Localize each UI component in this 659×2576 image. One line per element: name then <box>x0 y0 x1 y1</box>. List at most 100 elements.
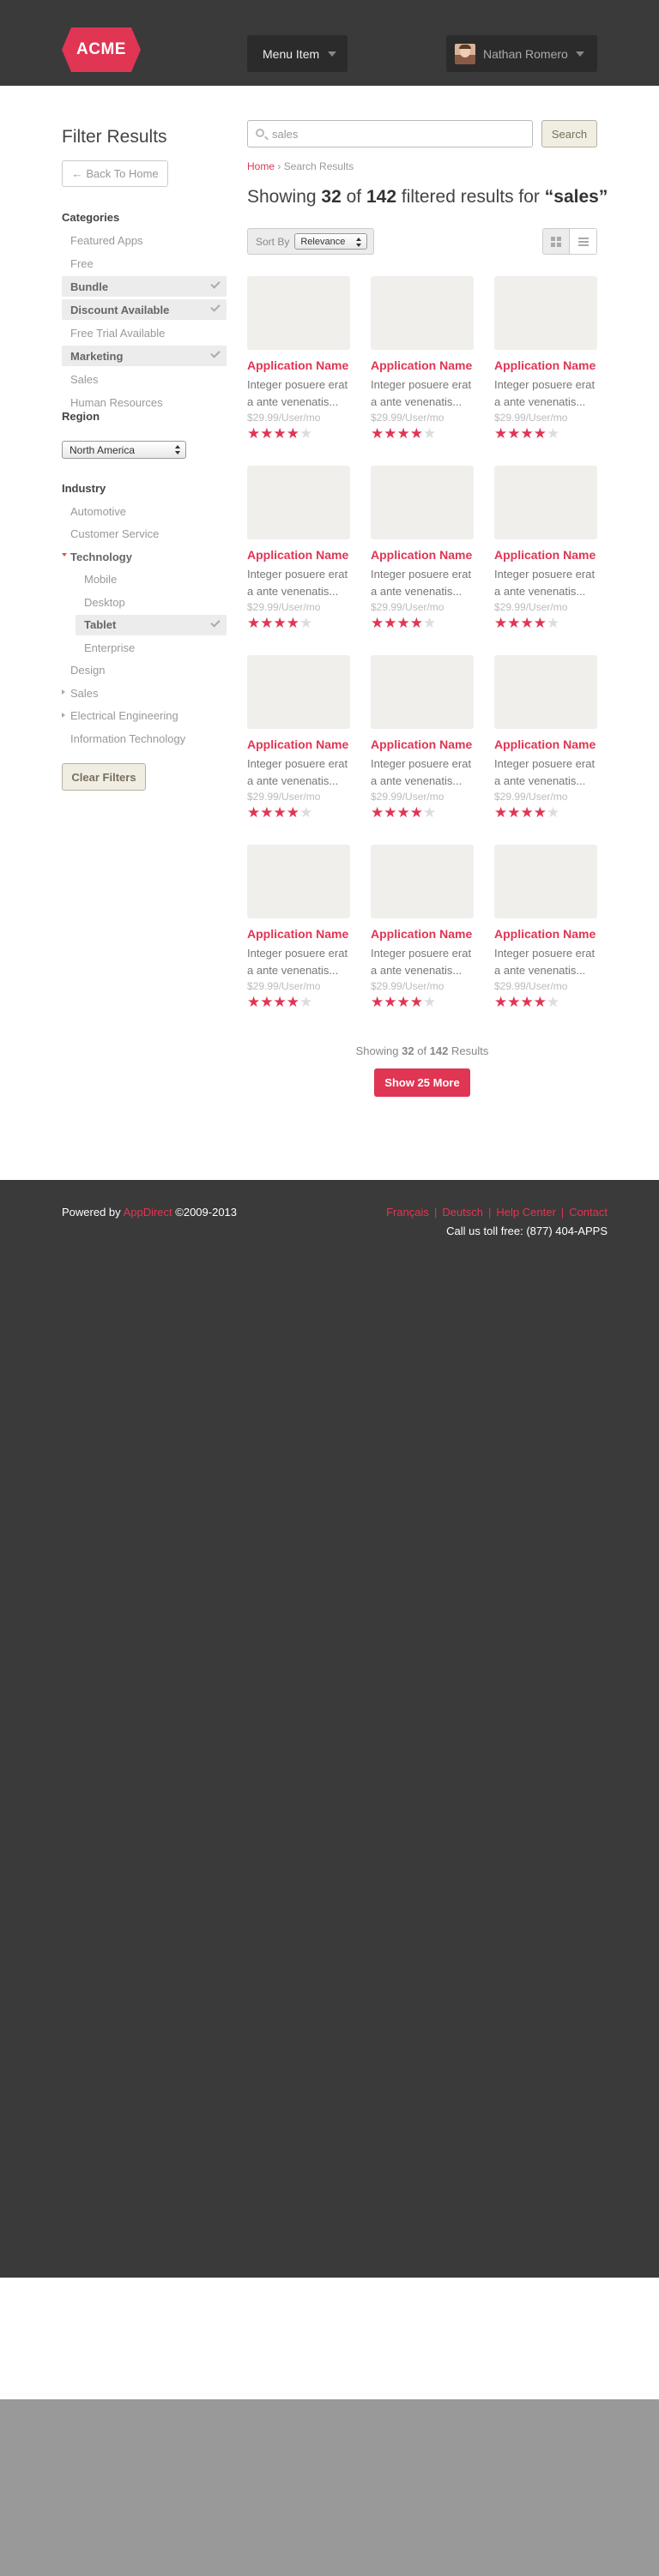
category-item-featured-apps[interactable]: Featured Apps <box>62 230 227 250</box>
checkmark-icon <box>210 348 221 358</box>
list-view-button[interactable] <box>570 229 596 254</box>
star-icon: ★ <box>547 615 560 631</box>
region-value: North America <box>70 443 136 456</box>
industry-item-desktop[interactable]: Desktop <box>76 592 227 612</box>
industry-label: Technology <box>70 550 132 563</box>
star-icon: ★ <box>299 804 313 821</box>
star-icon: ★ <box>547 994 560 1010</box>
app-price: $29.99/User/mo <box>494 601 568 613</box>
star-rating: ★ ★ ★ ★ ★ <box>371 805 436 821</box>
app-thumbnail[interactable] <box>371 655 474 729</box>
acme-logo[interactable]: ACME <box>62 27 141 72</box>
industry-item-sales[interactable]: Sales <box>62 683 227 703</box>
industry-item-technology[interactable]: Technology <box>62 546 227 567</box>
footer-link-help-center[interactable]: Help Center <box>496 1206 555 1219</box>
app-name-link[interactable]: Application Name <box>247 548 348 562</box>
category-item-human-resources[interactable]: Human Resources <box>62 392 227 412</box>
star-icon: ★ <box>273 615 287 631</box>
user-menu-button[interactable]: Nathan Romero <box>446 35 597 72</box>
category-item-discount-available[interactable]: Discount Available <box>62 299 227 320</box>
results-heading: Showing 32 of 142 filtered results for “… <box>247 187 608 208</box>
app-name-link[interactable]: Application Name <box>247 737 348 751</box>
app-card[interactable]: Application Name Integer posuere erat a a… <box>247 845 350 1016</box>
app-thumbnail[interactable] <box>247 466 350 539</box>
breadcrumb-home-link[interactable]: Home <box>247 160 275 172</box>
app-thumbnail[interactable] <box>494 276 597 350</box>
app-card[interactable]: Application Name Integer posuere erat a a… <box>371 466 474 637</box>
star-rating: ★ ★ ★ ★ ★ <box>247 805 312 821</box>
app-name-link[interactable]: Application Name <box>494 737 596 751</box>
app-card[interactable]: Application Name Integer posuere erat a a… <box>371 276 474 448</box>
app-name-link[interactable]: Application Name <box>494 548 596 562</box>
search-button[interactable]: Search <box>541 120 597 147</box>
app-card[interactable]: Application Name Integer posuere erat a a… <box>247 655 350 827</box>
app-thumbnail[interactable] <box>371 845 474 918</box>
app-name-link[interactable]: Application Name <box>494 358 596 372</box>
app-card[interactable]: Application Name Integer posuere erat a a… <box>494 276 597 448</box>
category-item-marketing[interactable]: Marketing <box>62 346 227 366</box>
sort-select[interactable]: Relevance <box>294 233 368 250</box>
app-price: $29.99/User/mo <box>494 412 568 424</box>
app-card[interactable]: Application Name Integer posuere erat a a… <box>371 845 474 1016</box>
star-icon: ★ <box>371 425 384 442</box>
menu-item-button[interactable]: Menu Item <box>247 35 348 72</box>
app-name-link[interactable]: Application Name <box>371 548 472 562</box>
app-thumbnail[interactable] <box>371 466 474 539</box>
industry-label: Customer Service <box>70 527 160 540</box>
checkmark-icon <box>210 617 221 628</box>
app-description: Integer posuere erat a ante venenatis... <box>371 757 472 787</box>
region-select[interactable]: North America <box>62 441 186 459</box>
app-thumbnail[interactable] <box>494 466 597 539</box>
app-card[interactable]: Application Name Integer posuere erat a a… <box>494 466 597 637</box>
page-bottom-blank <box>0 2278 659 2399</box>
app-name-link[interactable]: Application Name <box>247 358 348 372</box>
category-item-bundle[interactable]: Bundle <box>62 276 227 297</box>
app-thumbnail[interactable] <box>494 655 597 729</box>
industry-item-design[interactable]: Design <box>62 660 227 681</box>
search-input[interactable]: sales <box>247 120 533 147</box>
app-thumbnail[interactable] <box>247 655 350 729</box>
app-price: $29.99/User/mo <box>247 601 321 613</box>
back-to-home-button[interactable]: ← Back To Home <box>62 160 168 187</box>
app-thumbnail[interactable] <box>247 276 350 350</box>
footer-link-fran-ais[interactable]: Français <box>386 1206 429 1219</box>
app-card[interactable]: Application Name Integer posuere erat a a… <box>494 845 597 1016</box>
clear-filters-button[interactable]: Clear Filters <box>62 763 146 791</box>
app-price: $29.99/User/mo <box>247 791 321 803</box>
industry-item-automotive[interactable]: Automotive <box>62 501 227 521</box>
footer-link-deutsch[interactable]: Deutsch <box>442 1206 483 1219</box>
app-thumbnail[interactable] <box>247 845 350 918</box>
show-more-button[interactable]: Show 25 More <box>374 1068 470 1097</box>
industry-item-electrical-engineering[interactable]: Electrical Engineering <box>62 706 227 726</box>
category-item-free[interactable]: Free <box>62 253 227 274</box>
footer-link-contact[interactable]: Contact <box>569 1206 608 1219</box>
industry-item-customer-service[interactable]: Customer Service <box>62 524 227 545</box>
app-name-link[interactable]: Application Name <box>371 358 472 372</box>
category-item-sales[interactable]: Sales <box>62 369 227 389</box>
app-name-link[interactable]: Application Name <box>371 927 472 941</box>
app-card[interactable]: Application Name Integer posuere erat a a… <box>247 466 350 637</box>
industry-item-mobile[interactable]: Mobile <box>76 569 227 590</box>
app-description: Integer posuere erat a ante venenatis... <box>247 378 348 408</box>
star-icon: ★ <box>494 804 508 821</box>
app-name-link[interactable]: Application Name <box>371 737 472 751</box>
app-card[interactable]: Application Name Integer posuere erat a a… <box>247 276 350 448</box>
app-name-link[interactable]: Application Name <box>494 927 596 941</box>
search-icon <box>256 129 264 137</box>
app-card[interactable]: Application Name Integer posuere erat a a… <box>371 655 474 827</box>
star-icon: ★ <box>423 994 437 1010</box>
star-icon: ★ <box>507 994 521 1010</box>
app-thumbnail[interactable] <box>494 845 597 918</box>
industry-item-tablet[interactable]: Tablet <box>76 614 227 635</box>
star-icon: ★ <box>396 425 410 442</box>
app-name-link[interactable]: Application Name <box>247 927 348 941</box>
powered-brand-link[interactable]: AppDirect <box>124 1206 172 1219</box>
app-thumbnail[interactable] <box>371 276 474 350</box>
app-card[interactable]: Application Name Integer posuere erat a a… <box>494 655 597 827</box>
grid-view-button[interactable] <box>543 229 571 254</box>
industry-item-enterprise[interactable]: Enterprise <box>76 637 227 658</box>
star-icon: ★ <box>260 425 274 442</box>
industry-label: Electrical Engineering <box>70 709 178 722</box>
category-item-free-trial-available[interactable]: Free Trial Available <box>62 322 227 343</box>
industry-item-information-technology[interactable]: Information Technology <box>62 728 227 749</box>
